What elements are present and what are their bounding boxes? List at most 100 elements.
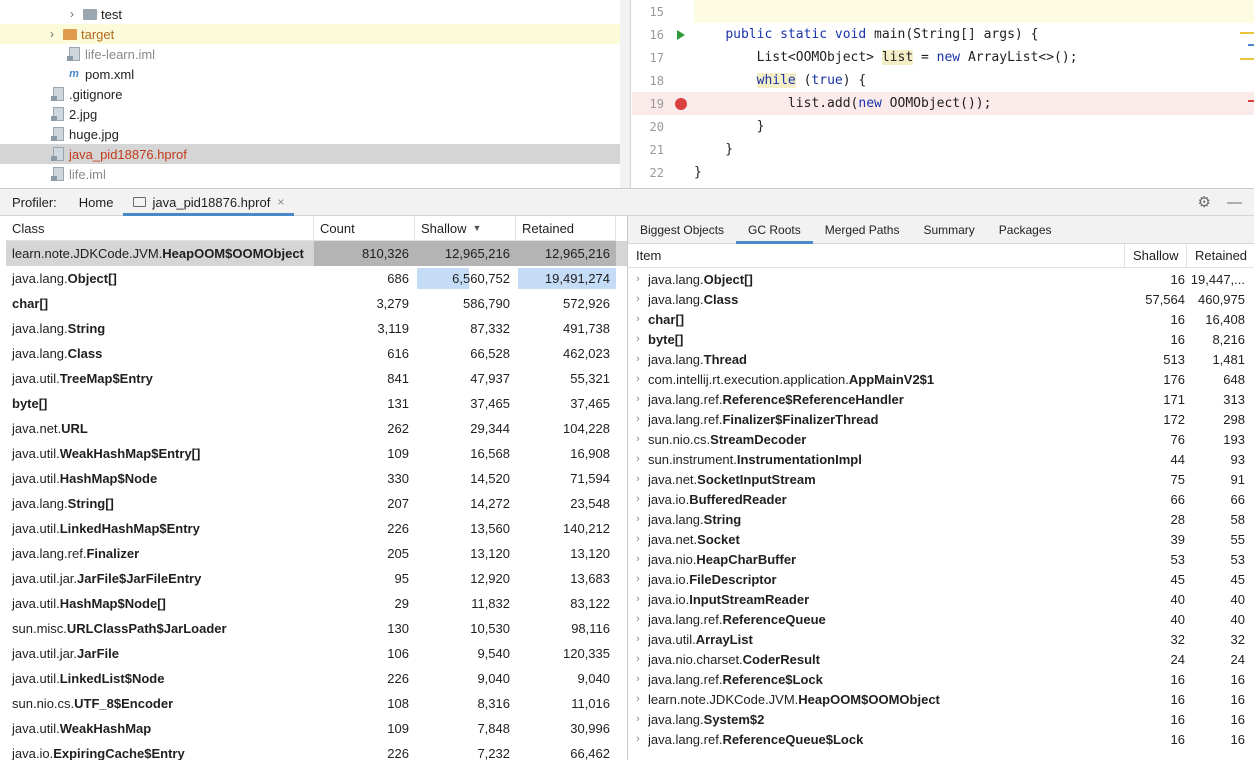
- tree-item-target[interactable]: › target: [0, 24, 630, 44]
- table-row[interactable]: java.lang. Object[] 686 6,560,752 19,491,274: [6, 266, 628, 291]
- gutter[interactable]: [668, 69, 694, 92]
- column-header-count[interactable]: Count: [314, 216, 415, 241]
- column-header-retained[interactable]: Retained: [1187, 244, 1254, 268]
- class-name-cell[interactable]: byte[]: [6, 391, 314, 416]
- table-row[interactable]: byte[] 131 37,465 37,465: [6, 391, 628, 416]
- tab-summary[interactable]: Summary: [911, 216, 986, 244]
- class-name-cell[interactable]: java.net. URL: [6, 416, 314, 441]
- chevron-right-icon[interactable]: ›: [628, 593, 648, 605]
- class-name-cell[interactable]: java.util. WeakHashMap: [6, 716, 314, 741]
- table-row[interactable]: java.lang.ref. Finalizer 205 13,120 13,120: [6, 541, 628, 566]
- table-row[interactable]: java.util.jar. JarFile$JarFileEntry 95 12,9…: [6, 566, 628, 591]
- chevron-right-icon[interactable]: ›: [628, 473, 648, 485]
- table-row[interactable]: java.util. WeakHashMap 109 7,848 30,996: [6, 716, 628, 741]
- table-row[interactable]: java.util. LinkedList$Node 226 9,040 9,040: [6, 666, 628, 691]
- gutter[interactable]: [668, 138, 694, 161]
- chevron-right-icon[interactable]: ›: [628, 653, 648, 665]
- class-name-cell[interactable]: java.lang. Class: [6, 341, 314, 366]
- class-name-cell[interactable]: java.util.jar. JarFile$JarFileEntry: [6, 566, 314, 591]
- class-name-cell[interactable]: java.util. LinkedList$Node: [6, 666, 314, 691]
- table-row[interactable]: java.lang. Class 616 66,528 462,023: [6, 341, 628, 366]
- class-name-cell[interactable]: java.lang. String[]: [6, 491, 314, 516]
- warning-marker[interactable]: [1240, 58, 1254, 60]
- tree-item-gitignore[interactable]: .gitignore: [0, 84, 630, 104]
- chevron-right-icon[interactable]: ›: [628, 693, 648, 705]
- table-row[interactable]: java.net. URL 262 29,344 104,228: [6, 416, 628, 441]
- gutter[interactable]: [668, 115, 694, 138]
- table-row[interactable]: sun.nio.cs. UTF_8$Encoder 108 8,316 11,016: [6, 691, 628, 716]
- tree-row[interactable]: › java.io.FileDescriptor 45 45: [628, 569, 1254, 589]
- code-line[interactable]: 20 }: [632, 115, 1254, 138]
- class-name-cell[interactable]: char[]: [6, 291, 314, 316]
- chevron-right-icon[interactable]: ›: [628, 453, 648, 465]
- tree-row[interactable]: › char[] 16 16,408: [628, 309, 1254, 329]
- table-row[interactable]: java.lang. String[] 207 14,272 23,548: [6, 491, 628, 516]
- chevron-right-icon[interactable]: ›: [628, 673, 648, 685]
- minimize-icon[interactable]: —: [1227, 194, 1242, 211]
- table-row[interactable]: char[] 3,279 586,790 572,926: [6, 291, 628, 316]
- chevron-right-icon[interactable]: ›: [628, 313, 648, 325]
- tree-row[interactable]: › java.io.BufferedReader 66 66: [628, 489, 1254, 509]
- tree-row[interactable]: › java.net.Socket 39 55: [628, 529, 1254, 549]
- class-name-cell[interactable]: sun.misc. URLClassPath$JarLoader: [6, 616, 314, 641]
- tab-gc-roots[interactable]: GC Roots: [736, 216, 813, 244]
- gear-icon[interactable]: ⚙: [1198, 193, 1211, 211]
- tree-row[interactable]: › java.lang.ref.ReferenceQueue 40 40: [628, 609, 1254, 629]
- tree-row[interactable]: › sun.instrument.InstrumentationImpl 44 93: [628, 449, 1254, 469]
- table-row[interactable]: java.util.jar. JarFile 106 9,540 120,335: [6, 641, 628, 666]
- chevron-right-icon[interactable]: ›: [628, 433, 648, 445]
- chevron-right-icon[interactable]: ›: [628, 573, 648, 585]
- code-editor[interactable]: 15 16 public static void main(String[] a…: [632, 0, 1254, 188]
- table-row[interactable]: sun.misc. URLClassPath$JarLoader 130 10,530…: [6, 616, 628, 641]
- tree-item-pom-xml[interactable]: m pom.xml: [0, 64, 630, 84]
- tree-row[interactable]: › learn.note.JDKCode.JVM.HeapOOM$OOMObjec…: [628, 689, 1254, 709]
- table-row[interactable]: java.util. TreeMap$Entry 841 47,937 55,321: [6, 366, 628, 391]
- chevron-right-icon[interactable]: ›: [628, 493, 648, 505]
- code-line[interactable]: 18 while (true) {: [632, 69, 1254, 92]
- tree-row[interactable]: › java.lang.ref.ReferenceQueue$Lock 16 16: [628, 729, 1254, 749]
- class-name-cell[interactable]: java.lang. Object[]: [6, 266, 314, 291]
- tree-row[interactable]: › java.lang.ref.Finalizer$FinalizerThread…: [628, 409, 1254, 429]
- class-name-cell[interactable]: java.util. LinkedHashMap$Entry: [6, 516, 314, 541]
- class-name-cell[interactable]: learn.note.JDKCode.JVM. HeapOOM$OOMObject: [6, 241, 314, 266]
- code-line[interactable]: 21 }: [632, 138, 1254, 161]
- chevron-right-icon[interactable]: ›: [46, 27, 58, 41]
- tree-row[interactable]: › java.lang.String 28 58: [628, 509, 1254, 529]
- tree-row[interactable]: › java.util.ArrayList 32 32: [628, 629, 1254, 649]
- chevron-right-icon[interactable]: ›: [628, 733, 648, 745]
- tree-item-test[interactable]: › test: [0, 4, 630, 24]
- column-header-shallow[interactable]: Shallow ▼: [415, 216, 516, 241]
- class-name-cell[interactable]: java.io. ExpiringCache$Entry: [6, 741, 314, 760]
- table-row[interactable]: java.util. WeakHashMap$Entry[] 109 16,568 16…: [6, 441, 628, 466]
- tree-item-life-learn-iml[interactable]: life-learn.iml: [0, 44, 630, 64]
- tree-row[interactable]: › java.lang.ref.Reference$Lock 16 16: [628, 669, 1254, 689]
- tree-row[interactable]: › java.lang.System$2 16 16: [628, 709, 1254, 729]
- gutter[interactable]: [668, 46, 694, 69]
- column-header-class[interactable]: Class: [6, 216, 314, 241]
- tab-home[interactable]: Home: [69, 189, 124, 216]
- code-line[interactable]: 19 list.add(new OOMObject());: [632, 92, 1254, 115]
- tree-row[interactable]: › byte[] 16 8,216: [628, 329, 1254, 349]
- tab-packages[interactable]: Packages: [987, 216, 1064, 244]
- table-row[interactable]: java.io. ExpiringCache$Entry 226 7,232 66,46…: [6, 741, 628, 760]
- class-name-cell[interactable]: java.lang. String: [6, 316, 314, 341]
- code-line[interactable]: 16 public static void main(String[] args…: [632, 23, 1254, 46]
- column-header-shallow[interactable]: Shallow: [1125, 244, 1187, 268]
- table-row[interactable]: java.util. HashMap$Node 330 14,520 71,594: [6, 466, 628, 491]
- gutter[interactable]: [668, 0, 694, 23]
- warning-marker[interactable]: [1240, 32, 1254, 34]
- error-marker[interactable]: [1248, 100, 1254, 102]
- chevron-right-icon[interactable]: ›: [66, 7, 78, 21]
- table-row[interactable]: java.util. LinkedHashMap$Entry 226 13,560 14…: [6, 516, 628, 541]
- chevron-right-icon[interactable]: ›: [628, 293, 648, 305]
- class-name-cell[interactable]: java.util. HashMap$Node[]: [6, 591, 314, 616]
- code-line[interactable]: 22 }: [632, 161, 1254, 184]
- class-name-cell[interactable]: java.util. HashMap$Node: [6, 466, 314, 491]
- chevron-right-icon[interactable]: ›: [628, 713, 648, 725]
- gutter[interactable]: [668, 161, 694, 184]
- breakpoint-icon[interactable]: [675, 97, 687, 110]
- chevron-right-icon[interactable]: ›: [628, 513, 648, 525]
- tree-item-huge-jpg[interactable]: huge.jpg: [0, 124, 630, 144]
- tree-row[interactable]: › java.lang.Thread 513 1,481: [628, 349, 1254, 369]
- chevron-right-icon[interactable]: ›: [628, 413, 648, 425]
